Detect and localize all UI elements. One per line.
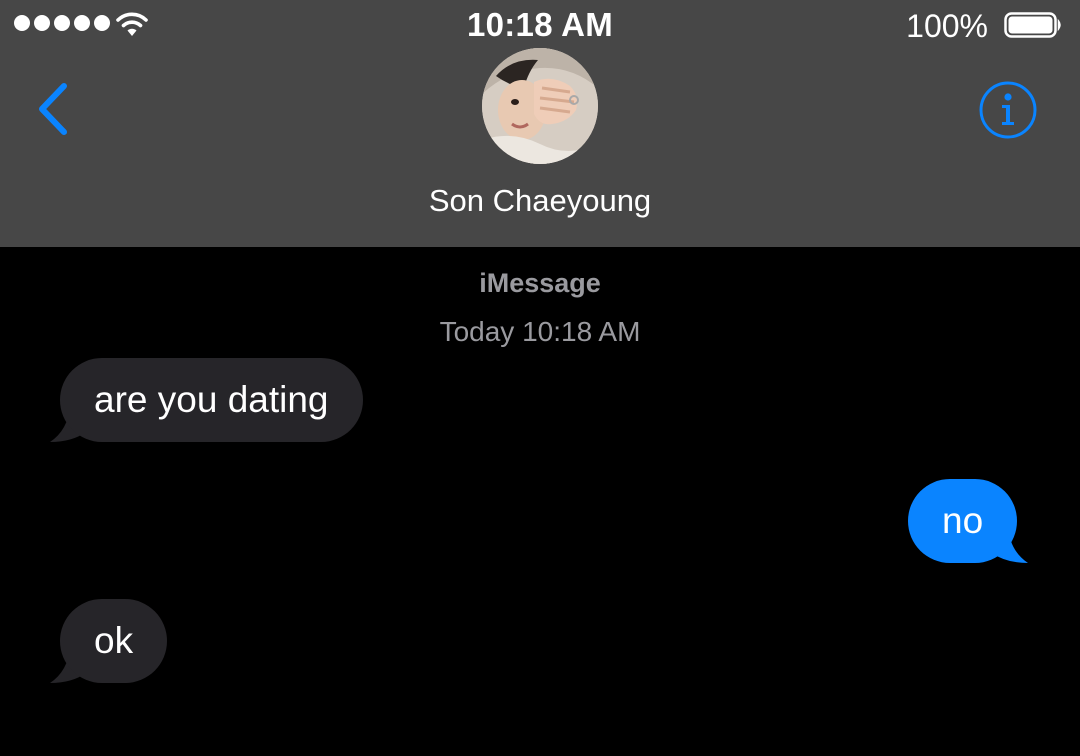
- conversation-timestamp: Today 10:18 AM: [439, 316, 641, 347]
- service-label: iMessage: [479, 268, 601, 298]
- avatar-photo: [482, 48, 598, 164]
- conversation-header: 10:18 AM 100% Son Chaeyoung: [0, 0, 1080, 247]
- messages-screen: 10:18 AM 100% Son Chaeyoung iMessage Tod…: [0, 0, 1080, 756]
- status-bar: 10:18 AM 100%: [0, 0, 1080, 52]
- info-button[interactable]: [978, 80, 1038, 140]
- battery-icon: [1004, 12, 1061, 38]
- chevron-left-icon: [39, 83, 67, 135]
- info-circle-icon: [979, 81, 1037, 139]
- battery-percentage: 100%: [906, 8, 988, 44]
- message-bubble-received[interactable]: are you dating: [60, 358, 363, 442]
- message-bubble-received[interactable]: ok: [60, 599, 168, 683]
- contact-name[interactable]: Son Chaeyoung: [0, 183, 1080, 219]
- message-bubble-sent[interactable]: no: [908, 479, 1018, 563]
- back-button[interactable]: [30, 78, 80, 142]
- contact-avatar[interactable]: [482, 48, 598, 164]
